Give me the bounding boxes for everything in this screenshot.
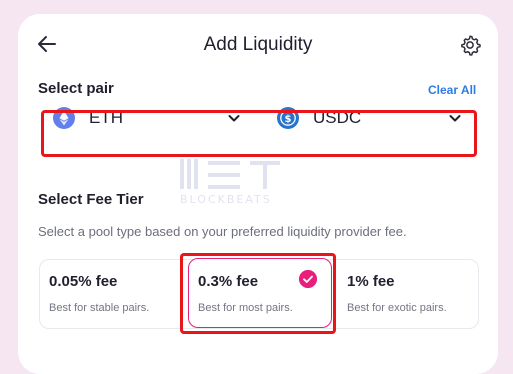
fee-tier-description: Select a pool type based on your preferr… — [38, 224, 407, 239]
fee-tier-option-0[interactable]: 0.05% fee Best for stable pairs. — [49, 273, 149, 314]
clear-all-link[interactable]: Clear All — [428, 83, 476, 97]
page-title: Add Liquidity — [203, 34, 313, 55]
fee-tier-title: 0.05% fee — [49, 273, 118, 290]
header: Add Liquidity — [18, 14, 498, 76]
fee-highlight-box — [180, 253, 336, 334]
select-pair-label: Select pair — [38, 80, 114, 97]
select-fee-tier-label: Select Fee Tier — [38, 191, 144, 208]
fee-tier-note: Best for stable pairs. — [49, 302, 150, 314]
fee-tier-option-2[interactable]: 1% fee Best for exotic pairs. — [347, 273, 447, 314]
fee-tier-note: Best for exotic pairs. — [347, 302, 447, 314]
gear-icon[interactable] — [459, 34, 481, 56]
pair-highlight-box — [41, 110, 477, 157]
fee-tier-title: 1% fee — [347, 273, 395, 290]
